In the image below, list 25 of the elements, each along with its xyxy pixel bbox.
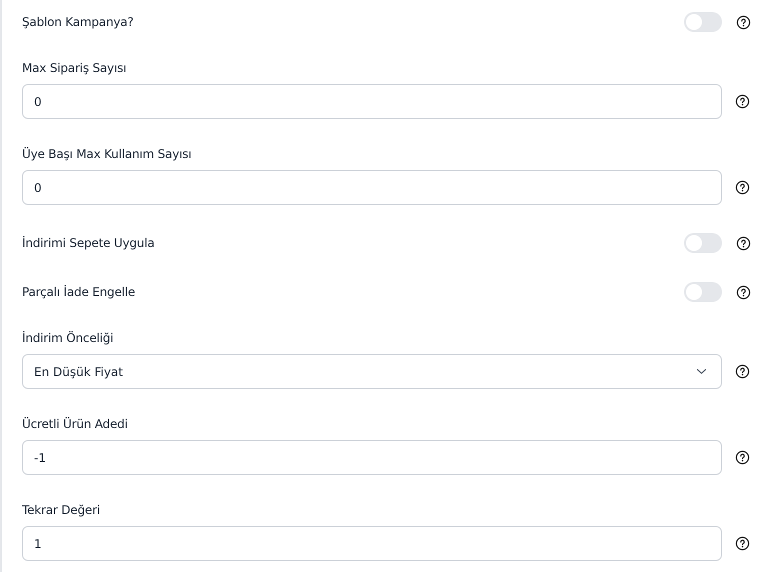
field-label: Üye Başı Max Kullanım Sayısı (22, 146, 192, 162)
field-label: İndirimi Sepete Uygula (22, 236, 156, 250)
help-icon[interactable] (736, 284, 751, 300)
field-label: Şablon Kampanya? (22, 15, 135, 29)
field-label: Parçalı İade Engelle (22, 285, 136, 299)
help-icon[interactable] (735, 536, 750, 551)
chevron-down-icon (696, 368, 707, 375)
help-icon[interactable] (735, 180, 750, 195)
help-icon[interactable] (735, 364, 750, 379)
help-icon[interactable] (736, 236, 751, 250)
field-label: Tekrar Değeri (22, 502, 101, 518)
help-icon[interactable] (736, 14, 751, 30)
select-field[interactable]: En Düşük Fiyat (22, 354, 722, 389)
input-field[interactable]: 1 (22, 526, 722, 561)
field-label: Ücretli Ürün Adedi (22, 416, 129, 432)
field-label: İndirim Önceliği (22, 330, 114, 346)
toggle-switch[interactable] (684, 12, 722, 32)
input-field[interactable]: 0 (22, 170, 722, 205)
toggle-switch[interactable] (684, 282, 722, 302)
toggle-switch[interactable] (684, 233, 722, 253)
help-icon[interactable] (735, 450, 750, 465)
input-field[interactable]: 0 (22, 84, 722, 119)
field-label: Max Sipariş Sayısı (22, 60, 128, 76)
help-icon[interactable] (735, 94, 750, 109)
input-field[interactable]: -1 (22, 440, 722, 475)
